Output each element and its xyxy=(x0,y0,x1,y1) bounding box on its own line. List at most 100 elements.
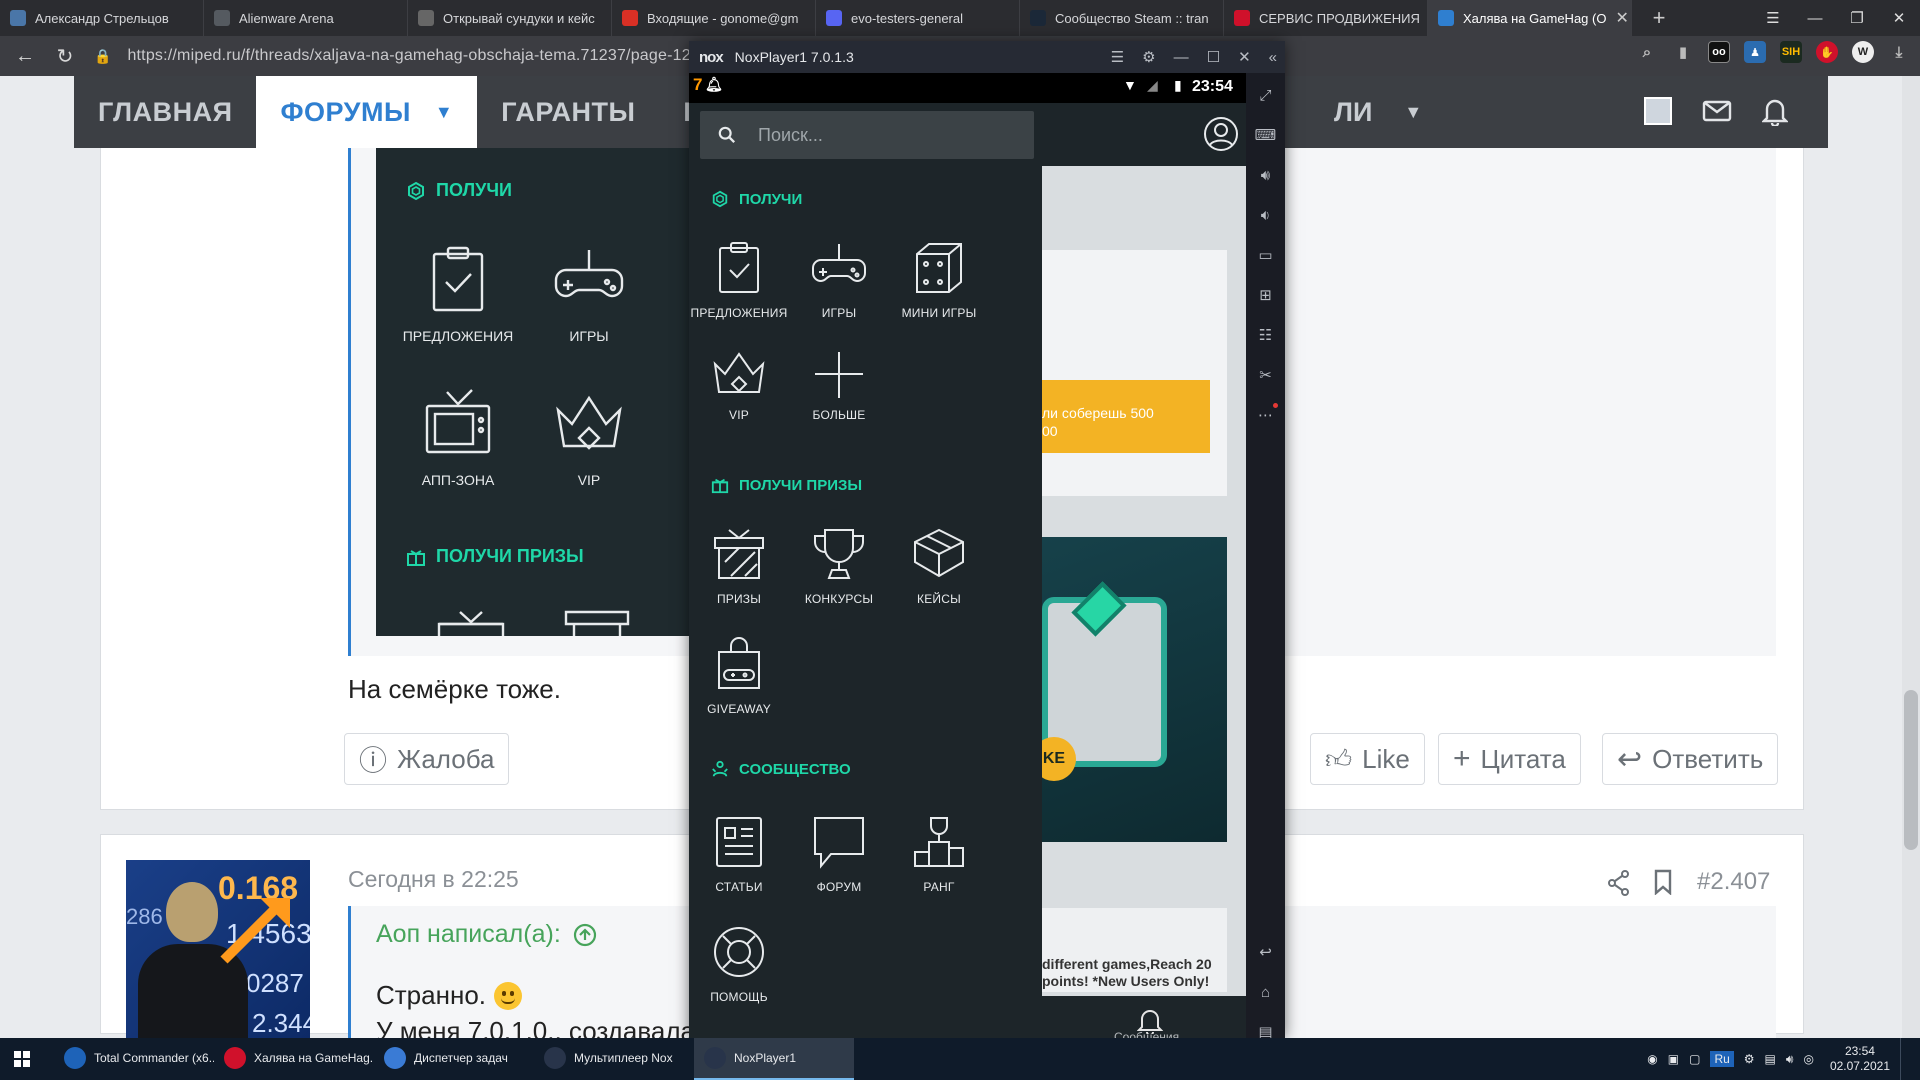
network-icon[interactable]: ▤ xyxy=(1765,1052,1776,1066)
tray-icon[interactable]: ▢ xyxy=(1689,1052,1700,1066)
post-number[interactable]: #2.407 xyxy=(1697,868,1770,896)
drawer-item-mini-games[interactable]: МИНИ ИГРЫ xyxy=(889,240,989,320)
minimize-button[interactable]: — xyxy=(1794,0,1836,36)
menu-icon[interactable]: ☰ xyxy=(1752,0,1794,36)
search-input[interactable]: Поиск... xyxy=(700,111,1034,159)
arrow-up-circle-icon[interactable] xyxy=(573,923,597,947)
user-avatar[interactable] xyxy=(1644,97,1672,125)
browser-tab[interactable]: Alienware Arena xyxy=(204,0,408,36)
share-icon[interactable] xyxy=(1607,870,1631,896)
tray-icon[interactable]: ◉ xyxy=(1647,1052,1657,1066)
browser-tab[interactable]: Открывай сундуки и кейс xyxy=(408,0,612,36)
avatar[interactable]: 0.168 1.4563 0287 2.344 286 xyxy=(126,860,310,1040)
mail-icon[interactable] xyxy=(1702,99,1732,123)
close-button[interactable]: ✕ xyxy=(1238,48,1251,66)
reply-button[interactable]: ↩ Ответить xyxy=(1602,733,1779,785)
drawer-item-forum[interactable]: ФОРУМ xyxy=(789,814,889,894)
nav-cut-right[interactable]: ЛИ ▼ xyxy=(1334,76,1422,148)
taskbar-item[interactable]: Total Commander (x6... xyxy=(54,1038,214,1080)
chevron-down-icon[interactable]: ▼ xyxy=(435,102,453,123)
drawer-item-more[interactable]: БОЛЬШЕ xyxy=(789,350,889,422)
like-button[interactable]: 👍︎ Like xyxy=(1310,733,1425,785)
scrollbar-thumb[interactable] xyxy=(1904,690,1918,850)
drawer-item-games[interactable]: ИГРЫ xyxy=(789,240,889,320)
clock[interactable]: 23:54 02.07.2021 xyxy=(1830,1044,1890,1074)
drawer-item-cases[interactable]: КЕЙСЫ xyxy=(889,526,989,606)
browser-tab[interactable]: evo-testers-general xyxy=(816,0,1020,36)
back-button[interactable]: ← xyxy=(10,41,40,71)
download-icon[interactable]: ⤓ xyxy=(1888,41,1910,63)
menu-icon[interactable]: ☰ xyxy=(1111,48,1124,66)
tray-icon[interactable]: ⚙ xyxy=(1744,1052,1755,1066)
language-indicator[interactable]: Ru xyxy=(1710,1051,1734,1067)
app-card[interactable]: different games,Reach 20 points! *New Use… xyxy=(1042,908,1227,992)
collapse-sidebar-icon[interactable]: « xyxy=(1269,49,1277,66)
tray-icon[interactable]: ▣ xyxy=(1668,1052,1679,1066)
minimize-button[interactable]: — xyxy=(1174,49,1189,66)
multi-instance-icon[interactable]: ☷ xyxy=(1256,323,1276,347)
fullscreen-icon[interactable]: ⤢ xyxy=(1256,83,1276,107)
volume-icon[interactable]: 🔊︎ xyxy=(1786,1052,1794,1067)
close-tab-icon[interactable]: ✕ xyxy=(1615,8,1628,28)
tray-icon[interactable]: ◎ xyxy=(1803,1052,1813,1066)
restore-button[interactable]: ❐ xyxy=(1836,0,1878,36)
nav-home[interactable]: ГЛАВНАЯ xyxy=(74,76,256,148)
screen-icon[interactable]: ▭ xyxy=(1256,243,1276,267)
chevron-down-icon[interactable]: ▼ xyxy=(1404,102,1422,123)
ext-red-icon[interactable]: ✋ xyxy=(1816,41,1838,63)
back-icon[interactable]: ↩ xyxy=(1256,940,1276,964)
nox-title-bar[interactable]: nox NoxPlayer1 7.0.1.3 ☰ ⚙ — ☐ ✕ « xyxy=(689,41,1285,73)
taskbar-item[interactable]: Диспетчер задач xyxy=(374,1038,534,1080)
gear-icon[interactable]: ⚙ xyxy=(1142,48,1155,66)
ext-user-icon[interactable]: ♟ xyxy=(1744,41,1766,63)
bell-icon[interactable] xyxy=(1762,96,1788,126)
home-icon[interactable]: ⌂ xyxy=(1256,980,1276,1004)
new-tab-button[interactable]: + xyxy=(1644,3,1674,33)
scissors-icon[interactable]: ✂ xyxy=(1256,363,1276,387)
taskbar-item[interactable]: Халява на GameHag... xyxy=(214,1038,374,1080)
drawer-item-articles[interactable]: СТАТЬИ xyxy=(689,814,789,894)
nav-forums[interactable]: ФОРУМЫ ▼ xyxy=(256,76,478,148)
browser-tab[interactable]: Входящие - gonome@gm xyxy=(612,0,816,36)
keyboard-icon[interactable]: ⌨ xyxy=(1255,123,1277,147)
ext-sih-icon[interactable]: SIH xyxy=(1780,41,1802,63)
post-time[interactable]: Сегодня в 22:25 xyxy=(348,866,519,893)
translate-icon[interactable]: ⌕ xyxy=(1636,41,1658,63)
start-button[interactable] xyxy=(0,1038,44,1080)
drawer-item-rank[interactable]: РАНГ xyxy=(889,814,989,894)
browser-tab[interactable]: СЕРВИС ПРОДВИЖЕНИЯ xyxy=(1224,0,1428,36)
more-icon[interactable]: ⋯ xyxy=(1256,403,1278,427)
page-scrollbar[interactable] xyxy=(1902,76,1920,1038)
quote-header[interactable]: Аоп написал(а): xyxy=(376,920,597,949)
reload-button[interactable]: ↻ xyxy=(50,41,80,71)
profile-icon[interactable] xyxy=(1203,116,1239,152)
bookmark-icon[interactable] xyxy=(1653,869,1673,895)
ext-glasses-icon[interactable]: oo xyxy=(1708,41,1730,63)
show-desktop-button[interactable] xyxy=(1900,1038,1906,1080)
browser-tab[interactable]: Халява на GameHag (О ✕ xyxy=(1428,0,1632,36)
quote-button[interactable]: + Цитата xyxy=(1438,733,1581,785)
drawer-item-prizes[interactable]: ПРИЗЫ xyxy=(689,526,789,606)
wifi-icon: ▼ xyxy=(1123,77,1137,93)
nav-guarantors[interactable]: ГАРАНТЫ xyxy=(477,76,659,148)
volume-down-icon[interactable]: 🔉︎ xyxy=(1256,203,1276,227)
browser-tab[interactable]: Сообщество Steam :: tran xyxy=(1020,0,1224,36)
bookmark-icon[interactable]: ▮ xyxy=(1672,41,1694,63)
report-button[interactable]: ⓘ Жалоба xyxy=(344,733,510,785)
taskbar-item[interactable]: NoxPlayer1 xyxy=(694,1038,854,1080)
drawer-item-offers[interactable]: ПРЕДЛОЖЕНИЯ xyxy=(689,240,789,320)
app-cta[interactable]: ли соберешь 500 00 xyxy=(1042,380,1210,453)
drawer-item-giveaway[interactable]: GIVEAWAY xyxy=(689,636,789,716)
ext-w-icon[interactable]: W xyxy=(1852,41,1874,63)
volume-up-icon[interactable]: 🔊︎ xyxy=(1256,163,1276,187)
browser-tab[interactable]: Александр Стрельцов xyxy=(0,0,204,36)
drawer-item-help[interactable]: ПОМОЩЬ xyxy=(689,924,789,1004)
url-field[interactable]: https://miped.ru/f/threads/xaljava-na-ga… xyxy=(127,47,699,65)
chest-banner[interactable]: KE xyxy=(1032,537,1227,842)
maximize-button[interactable]: ☐ xyxy=(1207,48,1220,66)
add-apk-icon[interactable]: ⊞ xyxy=(1256,283,1276,307)
taskbar-item[interactable]: Мультиплеер Nox xyxy=(534,1038,694,1080)
drawer-item-contests[interactable]: КОНКУРСЫ xyxy=(789,526,889,606)
close-button[interactable]: ✕ xyxy=(1878,0,1920,36)
drawer-item-vip[interactable]: VIP xyxy=(689,350,789,422)
